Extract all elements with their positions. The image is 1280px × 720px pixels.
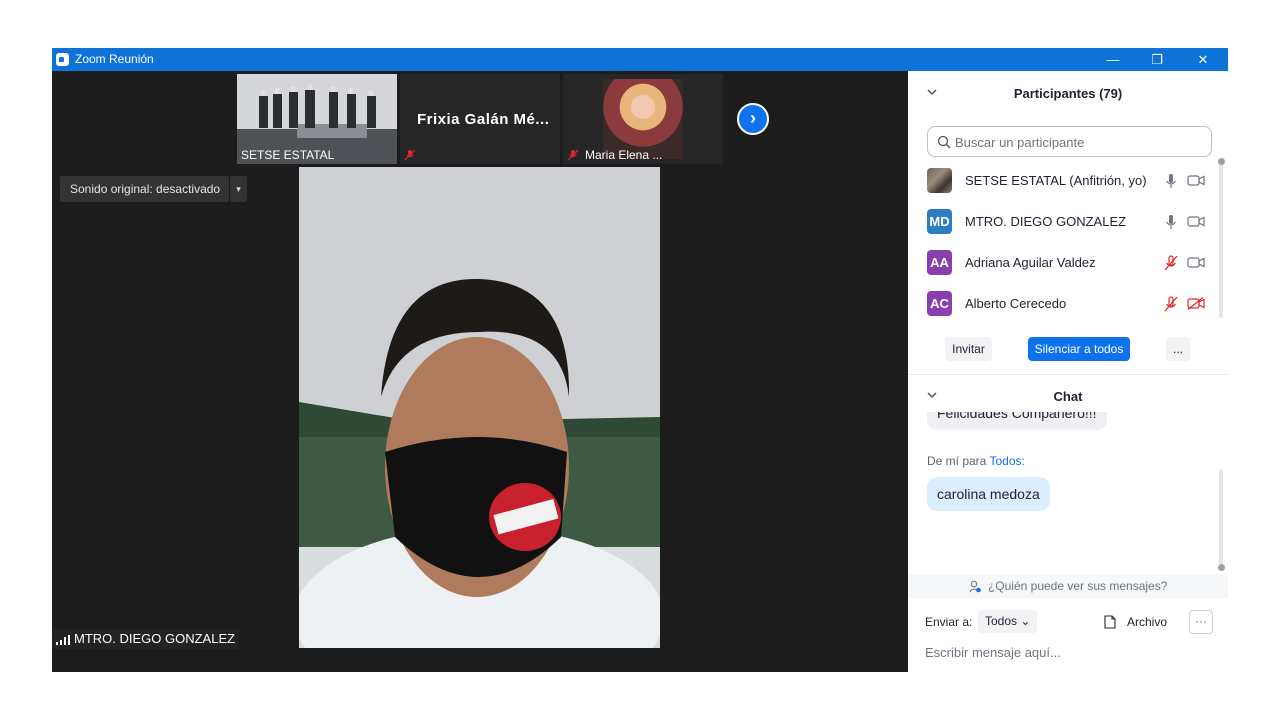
chat-header: Chat [908, 376, 1228, 416]
message-sender: De mí para Todos: [927, 454, 1025, 468]
sender-label: De mí para [927, 454, 987, 468]
who-can-see-label: ¿Quién puede ver sus mensajes? [987, 579, 1168, 593]
speaker-name-label: MTRO. DIEGO GONZALEZ [74, 631, 236, 646]
avatar: MD [927, 209, 952, 234]
next-page-button[interactable]: › [737, 103, 769, 135]
invite-button[interactable]: Invitar [945, 337, 992, 361]
video-camera-icon[interactable] [1187, 215, 1205, 228]
avatar [927, 168, 952, 193]
mic-muted-icon[interactable] [1164, 296, 1178, 312]
send-to-label: Enviar a: [925, 615, 973, 629]
active-speaker-name: MTRO. DIEGO GONZALEZ [52, 629, 240, 649]
recipient-link[interactable]: Todos [989, 454, 1021, 468]
search-input[interactable] [955, 132, 1205, 152]
chat-scrollbar[interactable] [1219, 469, 1223, 567]
close-button[interactable]: ✕ [1180, 48, 1226, 71]
avatar: AC [927, 291, 952, 316]
mic-muted-icon[interactable] [1164, 255, 1178, 271]
participant-row[interactable]: AC Alberto Cerecedo [908, 284, 1218, 325]
signal-strength-icon [56, 635, 70, 645]
window-title: Zoom Reunión [75, 52, 154, 66]
search-icon [937, 135, 951, 149]
thumbnail-name: SETSE ESTATAL [241, 148, 335, 162]
video-thumbnail-maria-elena[interactable]: Maria Elena ... [563, 74, 723, 164]
mic-muted-icon [567, 149, 579, 161]
participant-name: SETSE ESTATAL (Anfitrión, yo) [965, 173, 1147, 188]
zoom-window: Zoom Reunión — ❐ ✕ SETSE ESTATAL Frixia … [52, 48, 1228, 672]
sender-colon: : [1021, 454, 1025, 468]
thumbnail-name: Frixia Galán Mé... [417, 111, 550, 128]
speaker-video-image [299, 167, 660, 648]
participants-title: Participantes (79) [1013, 86, 1123, 101]
video-thumbnail-frixia[interactable]: Frixia Galán Mé... [400, 74, 560, 164]
video-off-icon[interactable] [1187, 297, 1205, 310]
video-camera-icon[interactable] [1187, 256, 1205, 269]
participant-row[interactable]: SETSE ESTATAL (Anfitrión, yo) [908, 161, 1218, 202]
chevron-down-icon: ⌄ [1020, 614, 1031, 628]
chat-more-button[interactable]: ··· [1189, 610, 1213, 634]
chevron-right-icon: › [750, 108, 756, 128]
chat-message: carolina medoza [927, 477, 1050, 511]
recipient-dropdown[interactable]: Todos ⌄ [978, 610, 1038, 633]
participant-portrait-image [603, 79, 683, 159]
microphone-icon[interactable] [1164, 214, 1178, 230]
video-thumbnail-setse[interactable]: SETSE ESTATAL [237, 74, 397, 164]
participant-row[interactable]: MD MTRO. DIEGO GONZALEZ [908, 202, 1218, 243]
video-area: SETSE ESTATAL Frixia Galán Mé... Maria E… [52, 71, 908, 672]
chat-message-input[interactable] [925, 642, 1215, 662]
mic-muted-icon [404, 149, 416, 161]
participant-name: MTRO. DIEGO GONZALEZ [965, 214, 1127, 229]
participants-more-button[interactable]: ... [1166, 337, 1190, 361]
chat-title: Chat [1053, 389, 1083, 404]
chat-scroll-handle[interactable] [1218, 564, 1225, 571]
chat-message: Felicidades Compañero!!! [927, 412, 1107, 430]
who-can-see-messages[interactable]: ¿Quién puede ver sus mensajes? [908, 574, 1228, 598]
maximize-button[interactable]: ❐ [1134, 48, 1180, 71]
zoom-app-icon [56, 53, 69, 66]
active-speaker-video [299, 167, 660, 648]
participant-scroll-handle[interactable] [1218, 158, 1225, 165]
divider [908, 374, 1228, 375]
title-bar: Zoom Reunión — ❐ ✕ [52, 48, 1228, 71]
microphone-icon[interactable] [1164, 173, 1178, 189]
participant-search[interactable] [927, 126, 1212, 157]
participant-list: SETSE ESTATAL (Anfitrión, yo) MD MTRO. D… [908, 161, 1228, 323]
mute-all-button[interactable]: Silenciar a todos [1028, 337, 1130, 361]
participant-scrollbar[interactable] [1219, 164, 1223, 318]
video-camera-icon[interactable] [1187, 174, 1205, 187]
avatar: AA [927, 250, 952, 275]
chat-messages: Felicidades Compañero!!! De mí para Todo… [908, 412, 1228, 527]
thumbnail-name: Maria Elena ... [585, 148, 663, 162]
recipient-value: Todos [985, 614, 1018, 628]
original-sound-dropdown[interactable]: ▾ [230, 176, 247, 202]
file-icon[interactable] [1104, 615, 1116, 629]
participant-name: Adriana Aguilar Valdez [965, 255, 1096, 270]
participant-name: Alberto Cerecedo [965, 296, 1067, 311]
side-panel: Participantes (79) SETSE ESTATAL (Anfitr… [908, 71, 1228, 672]
file-button[interactable]: Archivo [1127, 615, 1167, 629]
user-info-icon [968, 580, 981, 593]
participant-row[interactable]: AA Adriana Aguilar Valdez [908, 243, 1218, 284]
original-sound-button[interactable]: Sonido original: desactivado [60, 176, 229, 202]
minimize-button[interactable]: — [1090, 48, 1136, 71]
participants-header: Participantes (79) [908, 73, 1228, 113]
